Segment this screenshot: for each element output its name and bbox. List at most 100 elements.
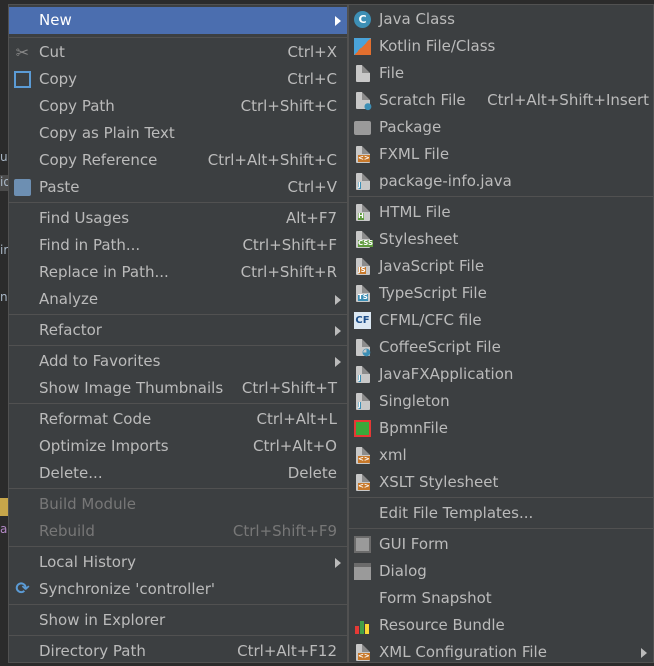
separator [9,635,347,636]
javascript-icon: JS [356,258,370,275]
submenu-item-kotlin[interactable]: Kotlin File/Class [349,33,653,60]
submenu-arrow-icon [335,558,341,568]
submenu-item-cfml[interactable]: CF CFML/CFC file [349,307,653,334]
menu-item-paste[interactable]: Paste Ctrl+V [9,174,347,201]
menu-item-label: Directory Path [39,642,146,660]
submenu-item-html[interactable]: H HTML File [349,199,653,226]
submenu-item-shortcut: Ctrl+Alt+Shift+Insert [487,91,649,109]
menu-item-show-in-explorer[interactable]: Show in Explorer [9,607,347,634]
submenu-item-file[interactable]: File [349,60,653,87]
menu-item-synchronize[interactable]: ⟳ Synchronize 'controller' [9,576,347,603]
submenu-item-label: GUI Form [379,535,449,553]
java-class-icon: C [354,11,371,28]
submenu-item-label: FXML File [379,145,450,163]
menu-item-shortcut: Ctrl+V [287,178,337,196]
submenu-item-xml-configuration-file[interactable]: <> XML Configuration File [349,639,653,666]
menu-item-replace-in-path[interactable]: Replace in Path... Ctrl+Shift+R [9,259,347,286]
submenu-item-dialog[interactable]: Dialog [349,558,653,585]
submenu-item-javafx[interactable]: J JavaFXApplication [349,361,653,388]
submenu-item-fxml[interactable]: <> FXML File [349,141,653,168]
xml-icon: <> [356,447,370,464]
submenu-item-singleton[interactable]: J Singleton [349,388,653,415]
submenu-item-xslt[interactable]: <> XSLT Stylesheet [349,469,653,496]
menu-item-refactor[interactable]: Refactor [9,317,347,344]
menu-item-cut[interactable]: ✂ Cut Ctrl+X [9,39,347,66]
menu-item-build-module[interactable]: Build Module [9,491,347,518]
background-badge [0,498,8,516]
menu-item-copy[interactable]: Copy Ctrl+C [9,66,347,93]
menu-item-label: Add to Favorites [39,352,161,370]
new-submenu: C Java Class Kotlin File/Class File ● Sc… [348,4,654,663]
background-text: io [0,175,8,191]
submenu-item-resource-bundle[interactable]: Resource Bundle [349,612,653,639]
submenu-arrow-icon [335,16,341,26]
paste-icon [14,179,31,196]
menu-item-optimize-imports[interactable]: Optimize Imports Ctrl+Alt+O [9,433,347,460]
submenu-item-typescript[interactable]: TS TypeScript File [349,280,653,307]
menu-item-find-usages[interactable]: Find Usages Alt+F7 [9,205,347,232]
submenu-item-label: Package [379,118,442,136]
menu-item-shortcut: Ctrl+Shift+R [240,263,337,281]
menu-item-label: Paste [39,178,80,196]
menu-item-shortcut: Ctrl+Shift+T [241,379,337,397]
menu-item-new[interactable]: New [9,7,347,34]
submenu-item-label: XSLT Stylesheet [379,473,499,491]
menu-item-analyze[interactable]: Analyze [9,286,347,313]
menu-item-directory-path[interactable]: Directory Path Ctrl+Alt+F12 [9,638,347,665]
xml-config-icon: <> [356,644,370,661]
submenu-item-label: Resource Bundle [379,616,505,634]
menu-item-shortcut: Ctrl+Alt+L [256,410,338,428]
menu-item-label: Find in Path... [39,236,141,254]
separator [9,202,347,203]
separator [349,196,653,197]
submenu-item-edit-file-templates[interactable]: Edit File Templates... [349,500,653,527]
submenu-item-java-class[interactable]: C Java Class [349,6,653,33]
menu-item-delete[interactable]: Delete... Delete [9,460,347,487]
submenu-item-scratch-file[interactable]: ● Scratch File Ctrl+Alt+Shift+Insert [349,87,653,114]
menu-item-shortcut: Alt+F7 [285,209,337,227]
typescript-icon: TS [356,285,370,302]
menu-item-label: Delete... [39,464,103,482]
menu-item-rebuild[interactable]: Rebuild Ctrl+Shift+F9 [9,518,347,545]
singleton-icon: J [356,393,370,410]
menu-item-shortcut: Ctrl+C [287,70,337,88]
submenu-arrow-icon [335,326,341,336]
menu-item-find-in-path[interactable]: Find in Path... Ctrl+Shift+F [9,232,347,259]
menu-item-add-to-favorites[interactable]: Add to Favorites [9,348,347,375]
cfml-icon: CF [354,312,371,329]
submenu-item-javascript[interactable]: JS JavaScript File [349,253,653,280]
background-text: a [0,522,8,536]
submenu-item-stylesheet[interactable]: CSS Stylesheet [349,226,653,253]
submenu-item-package-info[interactable]: J package-info.java [349,168,653,195]
menu-item-label: Copy Reference [39,151,158,169]
menu-item-shortcut: Ctrl+Shift+C [240,97,337,115]
submenu-item-label: Singleton [379,392,450,410]
submenu-item-label: CoffeeScript File [379,338,501,356]
menu-item-reformat-code[interactable]: Reformat Code Ctrl+Alt+L [9,406,347,433]
menu-item-local-history[interactable]: Local History [9,549,347,576]
background-text: ir [0,243,8,257]
menu-item-shortcut: Ctrl+X [287,43,337,61]
submenu-item-xml[interactable]: <> xml [349,442,653,469]
background-text: n [0,290,8,304]
submenu-item-coffeescript[interactable]: ◕ CoffeeScript File [349,334,653,361]
separator [349,497,653,498]
separator [9,345,347,346]
submenu-item-label: Kotlin File/Class [379,37,496,55]
menu-item-label: Reformat Code [39,410,152,428]
submenu-item-label: Stylesheet [379,230,459,248]
menu-item-copy-path[interactable]: Copy Path Ctrl+Shift+C [9,93,347,120]
kotlin-icon [354,38,371,55]
submenu-item-form-snapshot[interactable]: Form Snapshot [349,585,653,612]
menu-item-copy-as-plain-text[interactable]: Copy as Plain Text [9,120,347,147]
submenu-item-package[interactable]: Package [349,114,653,141]
menu-item-label: Cut [39,43,65,61]
editor-background [0,0,8,663]
menu-item-label: Show Image Thumbnails [39,379,224,397]
separator [9,314,347,315]
menu-item-show-image-thumbnails[interactable]: Show Image Thumbnails Ctrl+Shift+T [9,375,347,402]
submenu-item-gui-form[interactable]: GUI Form [349,531,653,558]
submenu-item-bpmn[interactable]: BpmnFile [349,415,653,442]
xslt-icon: <> [356,474,370,491]
menu-item-copy-reference[interactable]: Copy Reference Ctrl+Alt+Shift+C [9,147,347,174]
